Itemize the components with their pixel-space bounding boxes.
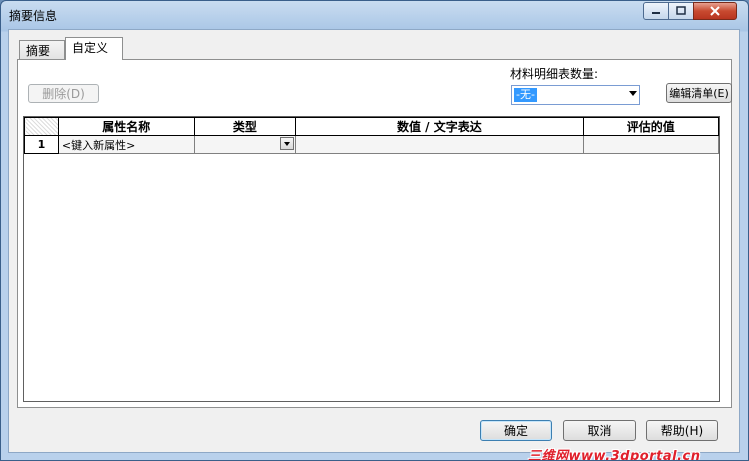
type-dropdown-button[interactable] (280, 137, 295, 150)
custom-tab-panel: 删除(D) 材料明细表数量: -无- 编辑清单(E) 属性名称 类型 数值 / … (17, 59, 732, 408)
properties-grid: 属性名称 类型 数值 / 文字表达 评估的值 1 <键入新属性> (23, 116, 720, 402)
site-watermark: 三维网www.3dportal.cn (528, 449, 701, 461)
minimize-icon (652, 12, 660, 14)
row-number[interactable]: 1 (24, 135, 59, 154)
title-bar[interactable]: 摘要信息 (1, 1, 748, 29)
evaluated-value-cell (582, 135, 719, 154)
delete-button[interactable]: 删除(D) (28, 84, 99, 103)
property-value-cell[interactable] (295, 135, 584, 154)
column-header-name[interactable]: 属性名称 (57, 117, 195, 136)
tab-custom[interactable]: 自定义 (65, 37, 123, 60)
window-title: 摘要信息 (9, 9, 58, 23)
minimize-button[interactable] (643, 2, 669, 20)
dialog-window: 摘要信息 摘要 自定义 删除(D) 材料明细表数量: -无- 编辑清单(E) 属… (0, 0, 749, 461)
grid-header-row: 属性名称 类型 数值 / 文字表达 评估的值 (24, 117, 719, 136)
properties-table: 属性名称 类型 数值 / 文字表达 评估的值 1 <键入新属性> (24, 117, 719, 154)
chevron-down-icon (284, 142, 291, 146)
chevron-down-icon (629, 91, 637, 96)
material-qty-value: -无- (514, 88, 537, 102)
dialog-client-area: 摘要 自定义 删除(D) 材料明细表数量: -无- 编辑清单(E) 属性名称 类… (8, 29, 740, 453)
maximize-icon (676, 6, 686, 15)
grid-corner-cell[interactable] (24, 117, 59, 136)
edit-list-button[interactable]: 编辑清单(E) (666, 83, 732, 103)
property-type-cell[interactable] (193, 135, 297, 154)
cancel-button[interactable]: 取消 (563, 420, 636, 441)
maximize-button[interactable] (668, 2, 694, 20)
close-button[interactable] (693, 2, 737, 20)
tab-summary[interactable]: 摘要 (19, 40, 65, 60)
help-button[interactable]: 帮助(H) (646, 420, 718, 441)
close-icon (710, 6, 720, 16)
property-name-cell[interactable]: <键入新属性> (57, 135, 195, 154)
material-qty-select[interactable]: -无- (511, 85, 640, 105)
column-header-value[interactable]: 数值 / 文字表达 (295, 117, 584, 136)
column-header-evaluated[interactable]: 评估的值 (582, 117, 719, 136)
table-row: 1 <键入新属性> (24, 135, 719, 154)
material-qty-label: 材料明细表数量: (510, 67, 599, 81)
ok-button[interactable]: 确定 (480, 420, 552, 441)
column-header-type[interactable]: 类型 (193, 117, 297, 136)
background-window-ghost (331, 1, 631, 21)
